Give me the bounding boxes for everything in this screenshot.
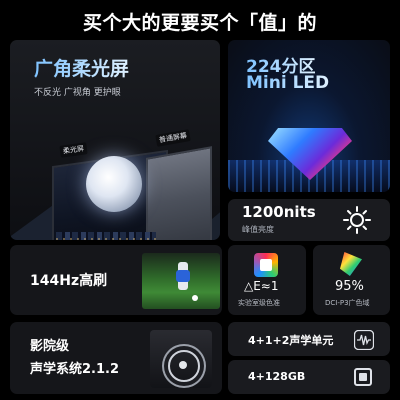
gamut-icon	[340, 252, 362, 276]
storage-value: 4+128GB	[248, 370, 306, 383]
color-gamut-value: 95%	[335, 279, 364, 294]
cinema-audio-line1: 影院级	[30, 339, 70, 354]
soft-light-screen-tag: 柔光屏	[59, 142, 88, 158]
player-kit-graphic	[176, 270, 190, 282]
speaker-center-graphic	[179, 361, 187, 369]
cinema-audio-line2: 声学系统2.1.2	[30, 362, 120, 377]
brightness-label: 峰值亮度	[242, 225, 274, 234]
wide-angle-subtitle: 不反光 广视角 更护眼	[34, 88, 121, 98]
football-ball-graphic	[192, 295, 198, 301]
waveform-icon	[354, 330, 374, 350]
normal-screen-tag: 普通屏幕	[155, 129, 191, 147]
page-headline: 买个大的更要买个「值」的	[82, 12, 317, 34]
normal-tv-screen	[146, 146, 212, 240]
brightness-card: 1200nits 峰值亮度	[228, 199, 390, 241]
refresh-rate-title: 144Hz高刷	[30, 273, 108, 289]
mini-led-label: Mini LED	[246, 73, 330, 93]
palette-icon-inner	[260, 259, 272, 271]
chip-icon-core	[359, 373, 367, 381]
cinema-audio-card: 影院级 声学系统2.1.2	[10, 322, 222, 394]
color-accuracy-label: 实验室级色准	[238, 299, 280, 307]
wide-angle-screen-card: 广角柔光屏 不反光 广视角 更护眼 柔光屏 普通屏幕	[10, 40, 220, 240]
refresh-rate-card: 144Hz高刷	[10, 245, 222, 315]
wide-angle-title: 广角柔光屏	[34, 54, 129, 81]
color-accuracy-value: △E≈1	[244, 279, 279, 293]
color-gamut-label: DCI-P3广色域	[325, 299, 370, 307]
storage-card: 4+128GB	[228, 360, 390, 394]
sun-icon	[343, 206, 371, 234]
color-gamut-card: 95% DCI-P3广色域	[313, 245, 390, 315]
moon-image	[86, 156, 142, 212]
mini-led-card: 224分区 Mini LED	[228, 40, 390, 192]
speaker-units-card: 4+1+2声学单元	[228, 322, 390, 356]
color-accuracy-card: △E≈1 实验室级色准	[228, 245, 306, 315]
speaker-units-value: 4+1+2声学单元	[248, 334, 334, 347]
brightness-value: 1200nits	[242, 203, 316, 221]
city-lights-image	[56, 238, 156, 240]
